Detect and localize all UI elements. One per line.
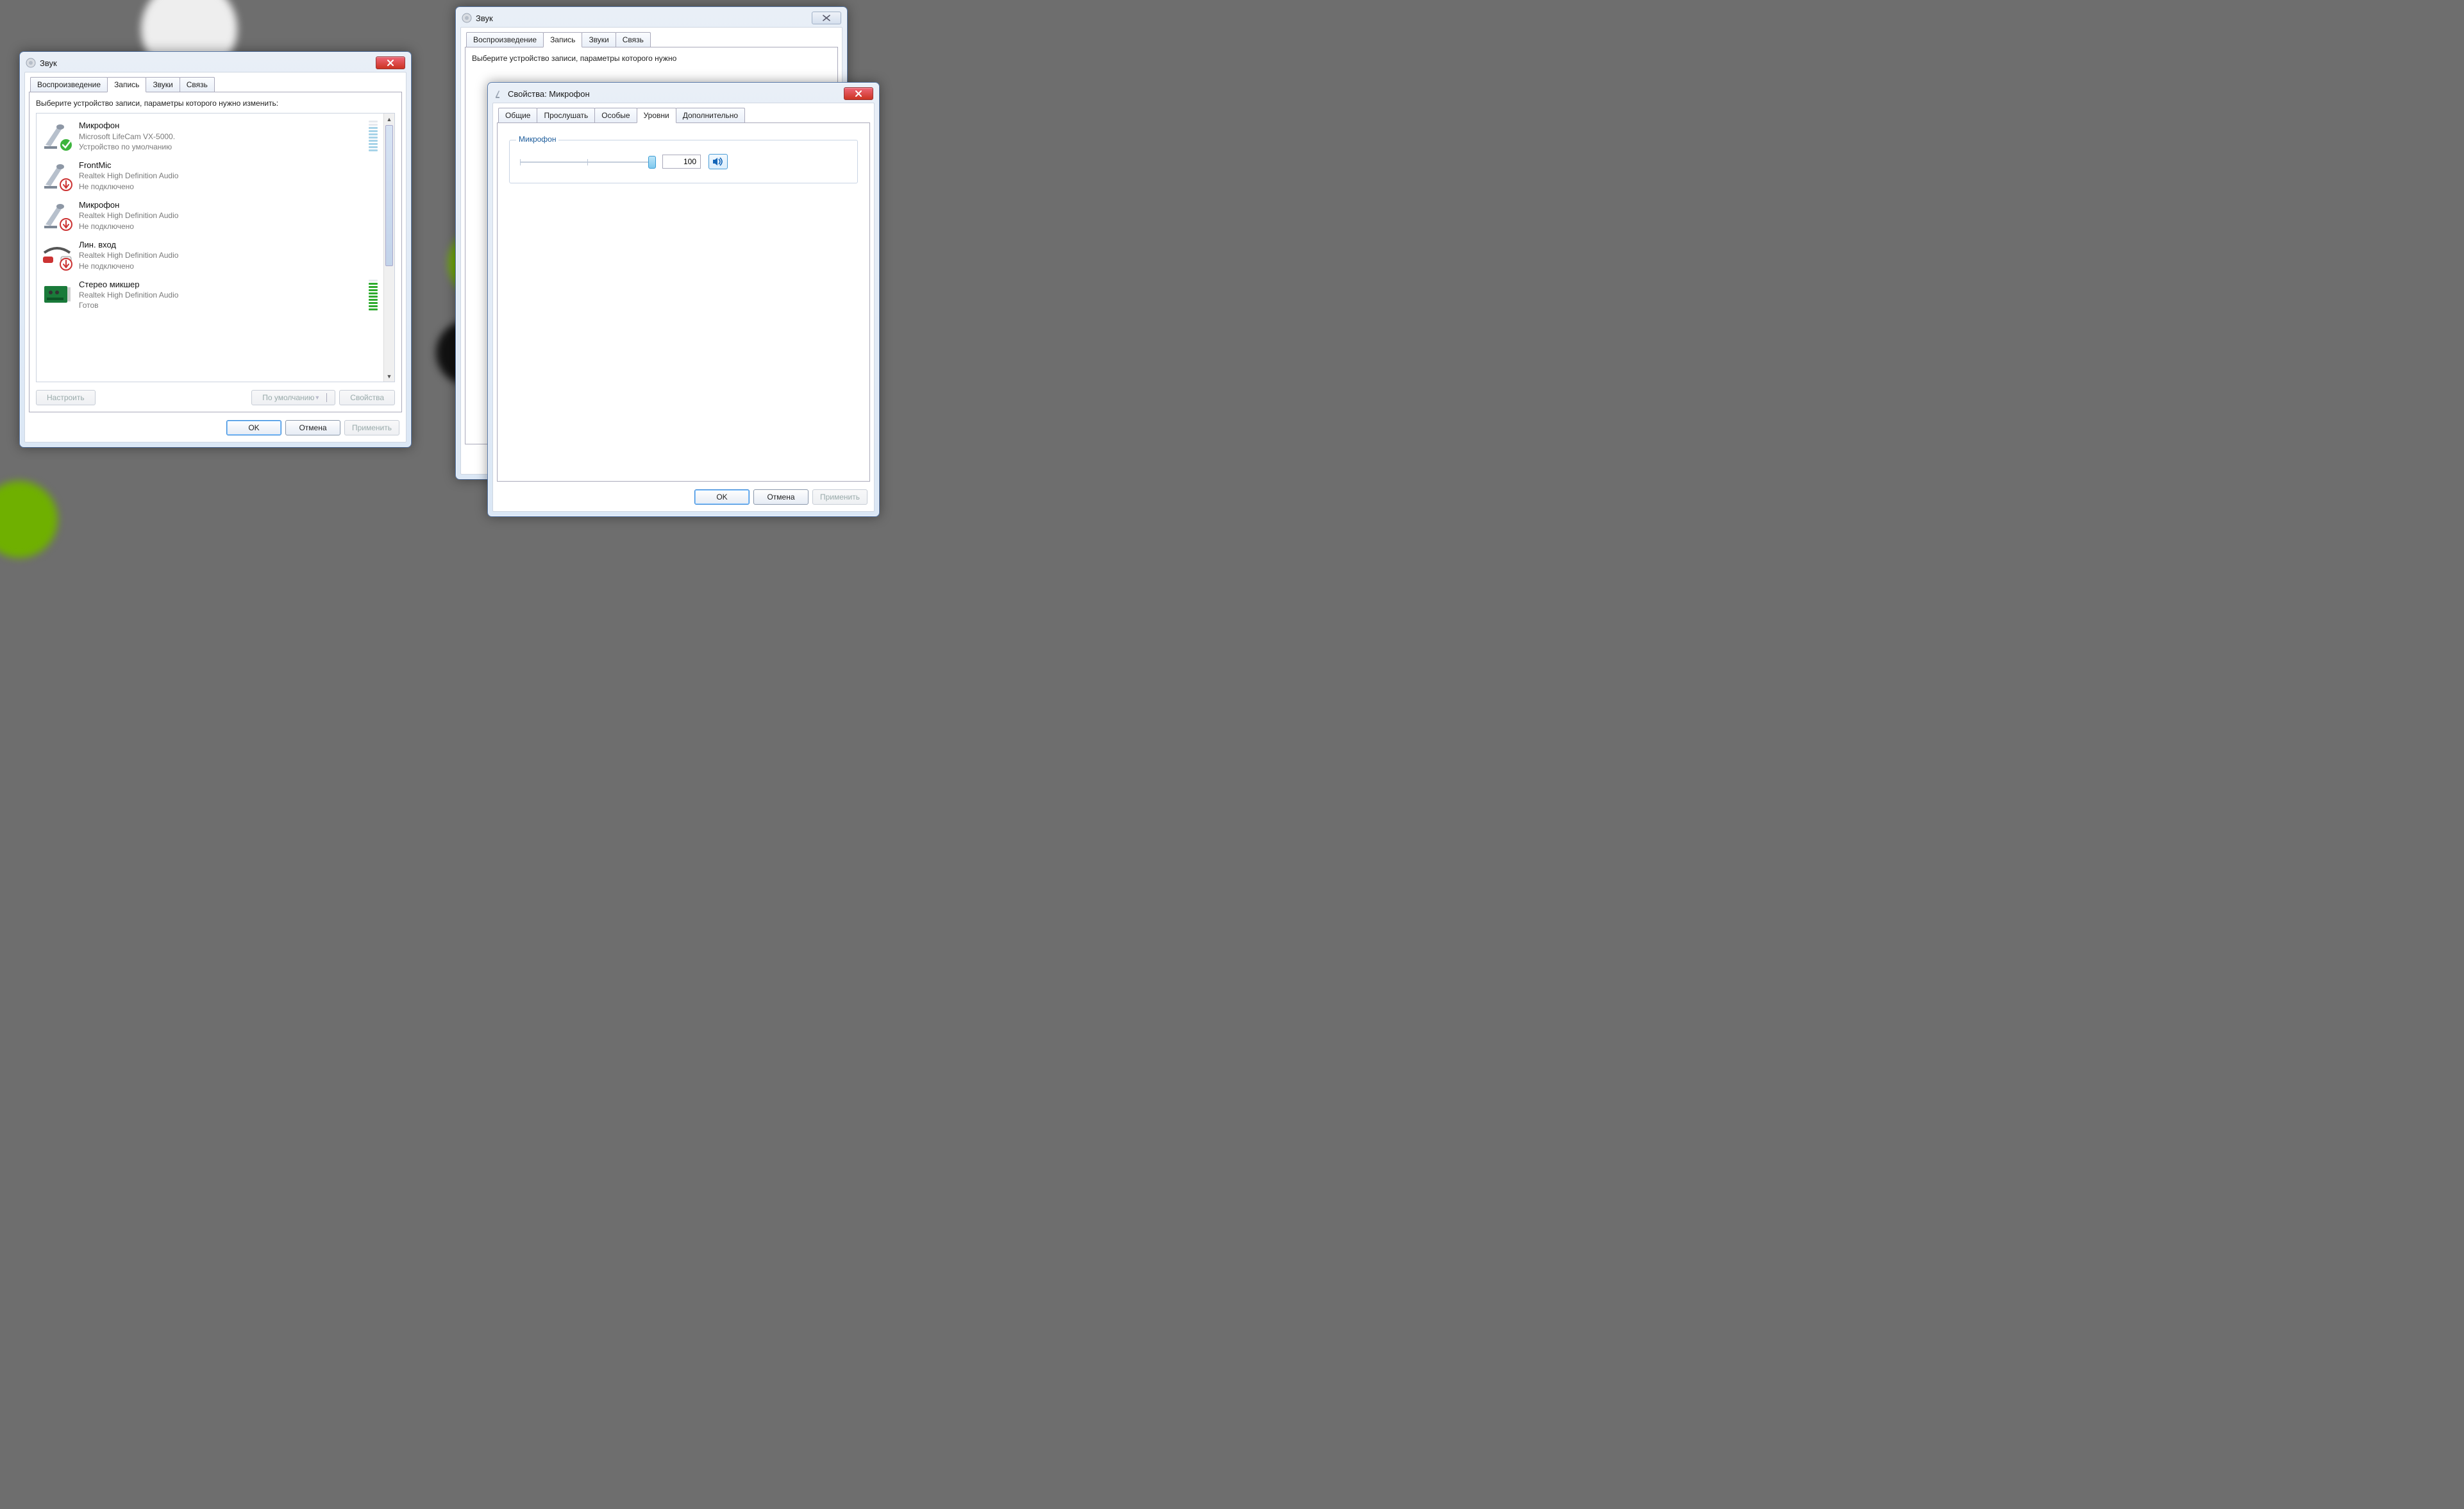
chevron-down-icon: ▼ [314, 394, 320, 401]
properties-button[interactable]: Свойства [339, 390, 395, 405]
set-default-label: По умолчанию [262, 393, 314, 402]
close-button[interactable] [812, 12, 841, 24]
tab-advanced[interactable]: Дополнительно [676, 108, 745, 123]
device-status: Не подключено [79, 181, 380, 192]
ok-button[interactable]: OK [226, 420, 281, 435]
tab-strip: Воспроизведение Запись Звуки Связь [466, 32, 838, 47]
sound-icon [462, 13, 472, 23]
tab-playback[interactable]: Воспроизведение [30, 77, 108, 92]
device-name: FrontMic [79, 160, 380, 171]
tab-general[interactable]: Общие [498, 108, 537, 123]
level-meter [369, 280, 378, 310]
microphone-level-group: Микрофон [509, 140, 858, 183]
tab-body-recording: Выберите устройство записи, параметры ко… [29, 92, 402, 412]
device-item[interactable]: FrontMicRealtek High Definition AudioНе … [39, 156, 383, 196]
device-desc: Realtek High Definition Audio [79, 210, 380, 221]
tab-playback[interactable]: Воспроизведение [466, 32, 544, 47]
tab-recording[interactable]: Запись [107, 77, 146, 92]
sound-window-recording: Звук Воспроизведение Запись Звуки Связь … [19, 51, 412, 448]
level-value-input[interactable] [662, 155, 701, 169]
titlebar[interactable]: Свойства: Микрофон [492, 87, 875, 103]
tab-communications[interactable]: Связь [180, 77, 215, 92]
group-legend: Микрофон [516, 135, 558, 144]
titlebar[interactable]: Звук [24, 56, 406, 72]
titlebar[interactable]: Звук [460, 12, 842, 27]
tab-sounds[interactable]: Звуки [146, 77, 180, 92]
tab-levels[interactable]: Уровни [637, 108, 676, 123]
tab-recording[interactable]: Запись [543, 32, 582, 47]
soundcard-icon [42, 280, 72, 310]
tab-strip: Общие Прослушать Особые Уровни Дополните… [498, 108, 870, 123]
device-list[interactable]: МикрофонMicrosoft LifeCam VX-5000.Устрой… [36, 113, 395, 382]
tab-listen[interactable]: Прослушать [537, 108, 595, 123]
cancel-button[interactable]: Отмена [753, 489, 809, 505]
device-name: Микрофон [79, 199, 380, 211]
level-slider[interactable] [520, 153, 655, 170]
mic-properties-window: Свойства: Микрофон Общие Прослушать Особ… [487, 82, 880, 517]
device-item[interactable]: Стерео микшерRealtek High Definition Aud… [39, 275, 383, 315]
apply-button[interactable]: Применить [812, 489, 867, 505]
device-text: FrontMicRealtek High Definition AudioНе … [79, 160, 380, 192]
device-item[interactable]: Лин. входRealtek High Definition AudioНе… [39, 235, 383, 275]
device-status: Не подключено [79, 221, 380, 232]
window-title: Звук [476, 13, 812, 23]
mic-icon [42, 160, 72, 191]
scroll-up-icon[interactable]: ▲ [384, 114, 394, 124]
window-title: Свойства: Микрофон [508, 89, 844, 99]
window-title: Звук [40, 58, 376, 68]
cancel-button[interactable]: Отмена [285, 420, 340, 435]
device-status: Не подключено [79, 261, 380, 271]
device-desc: Realtek High Definition Audio [79, 250, 380, 260]
device-text: МикрофонMicrosoft LifeCam VX-5000.Устрой… [79, 120, 362, 152]
device-name: Лин. вход [79, 239, 380, 251]
microphone-icon [494, 89, 504, 99]
device-text: Лин. входRealtek High Definition AudioНе… [79, 239, 380, 271]
tab-body-levels: Микрофон [497, 122, 870, 482]
apply-button[interactable]: Применить [344, 420, 399, 435]
tab-custom[interactable]: Особые [594, 108, 637, 123]
device-desc: Microsoft LifeCam VX-5000. [79, 131, 362, 142]
device-status: Устройство по умолчанию [79, 142, 362, 152]
tab-strip: Воспроизведение Запись Звуки Связь [30, 77, 402, 92]
configure-button[interactable]: Настроить [36, 390, 96, 405]
scrollbar-thumb[interactable] [385, 125, 393, 266]
device-name: Микрофон [79, 120, 362, 131]
slider-thumb[interactable] [648, 156, 656, 169]
device-item[interactable]: МикрофонMicrosoft LifeCam VX-5000.Устрой… [39, 116, 383, 156]
device-text: МикрофонRealtek High Definition AudioНе … [79, 199, 380, 232]
device-name: Стерео микшер [79, 279, 362, 291]
close-button[interactable] [376, 56, 405, 69]
prompt-text: Выберите устройство записи, параметры ко… [36, 99, 395, 108]
set-default-button[interactable]: По умолчанию ▼ [251, 390, 335, 405]
device-status: Готов [79, 300, 362, 310]
scrollbar[interactable]: ▲ ▼ [383, 114, 394, 382]
device-desc: Realtek High Definition Audio [79, 290, 362, 300]
device-desc: Realtek High Definition Audio [79, 171, 380, 181]
sound-icon [26, 58, 36, 68]
prompt-text: Выберите устройство записи, параметры ко… [472, 54, 831, 63]
ok-button[interactable]: OK [694, 489, 750, 505]
speaker-icon [712, 156, 724, 167]
mic-icon [42, 200, 72, 231]
tab-communications[interactable]: Связь [616, 32, 651, 47]
device-text: Стерео микшерRealtek High Definition Aud… [79, 279, 362, 311]
scroll-down-icon[interactable]: ▼ [384, 371, 394, 382]
linein-icon [42, 240, 72, 271]
tab-sounds[interactable]: Звуки [582, 32, 616, 47]
close-button[interactable] [844, 87, 873, 100]
level-meter [369, 121, 378, 151]
device-item[interactable]: МикрофонRealtek High Definition AudioНе … [39, 196, 383, 235]
mute-button[interactable] [708, 154, 728, 169]
mic-icon [42, 121, 72, 151]
